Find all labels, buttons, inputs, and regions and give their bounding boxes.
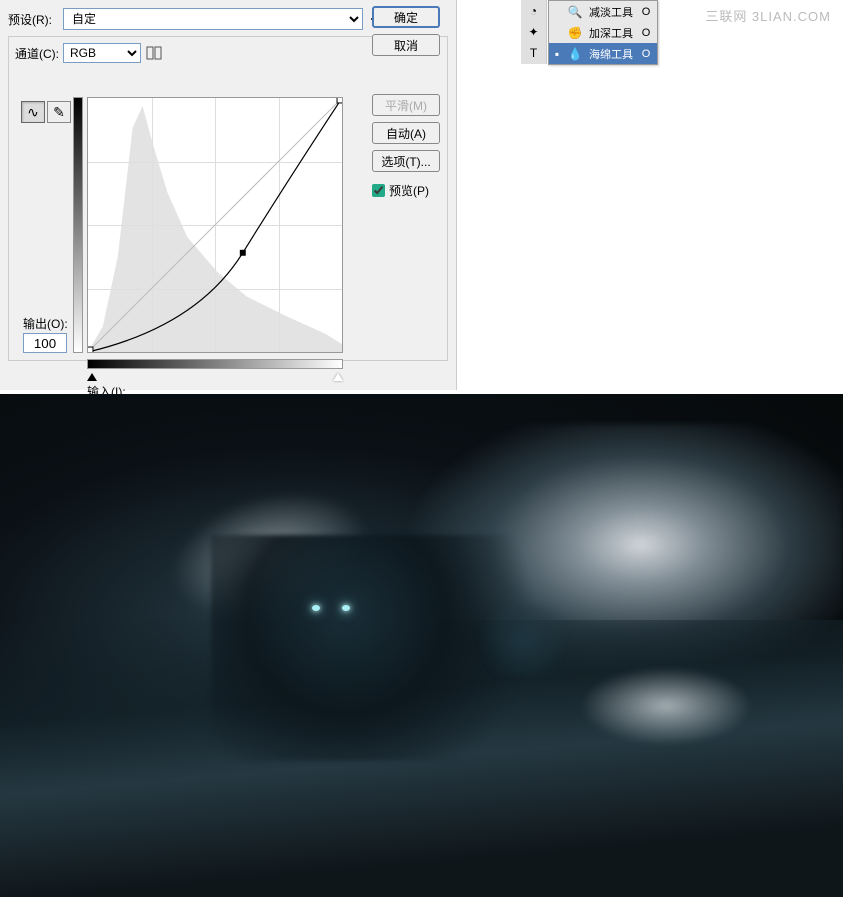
tool-label: 减淡工具 xyxy=(589,4,635,20)
tool-shortcut: O xyxy=(639,48,653,60)
curve-mode-button[interactable]: ∿ xyxy=(21,101,45,123)
sidebar-tool-text[interactable]: T xyxy=(521,42,546,63)
channel-select[interactable]: RGB xyxy=(63,43,141,63)
burn-icon: ✊ xyxy=(565,26,585,40)
tool-mark-selected: ▪ xyxy=(553,47,561,61)
output-label: 输出(O): xyxy=(23,315,68,332)
pencil-mode-button[interactable]: ✎ xyxy=(47,101,71,123)
curves-dialog: 预设(R): 自定 通道(C): RGB ∿ ✎ xyxy=(0,0,457,390)
input-gradient xyxy=(87,359,343,369)
ok-button[interactable]: 确定 xyxy=(372,6,440,28)
curve-graph[interactable] xyxy=(87,97,343,353)
preset-select[interactable]: 自定 xyxy=(63,8,363,30)
dodge-icon: 🔍 xyxy=(565,5,585,19)
tool-shortcut: O xyxy=(639,6,653,18)
auto-icon[interactable] xyxy=(145,43,165,63)
tool-item-sponge[interactable]: ▪ 💧 海绵工具 O xyxy=(549,43,657,64)
tool-shortcut: O xyxy=(639,27,653,39)
white-point-slider[interactable] xyxy=(333,373,343,381)
preset-label: 预设(R): xyxy=(8,11,63,28)
sponge-icon: 💧 xyxy=(565,47,585,61)
auto-button[interactable]: 自动(A) xyxy=(372,122,440,144)
smooth-button: 平滑(M) xyxy=(372,94,440,116)
options-button[interactable]: 选项(T)... xyxy=(372,150,440,172)
black-point-slider[interactable] xyxy=(87,373,97,381)
tool-label: 海绵工具 xyxy=(589,46,635,62)
output-value-input[interactable] xyxy=(23,333,67,353)
preview-checkbox[interactable]: 预览(P) xyxy=(372,182,444,199)
sidebar-tool-2[interactable]: ✦ xyxy=(521,21,546,42)
tool-label: 加深工具 xyxy=(589,25,635,41)
output-gradient xyxy=(73,97,83,353)
tool-item-burn[interactable]: ✊ 加深工具 O xyxy=(549,22,657,43)
tool-item-dodge[interactable]: 🔍 减淡工具 O xyxy=(549,1,657,22)
channel-label: 通道(C): xyxy=(15,45,59,62)
preview-label: 预览(P) xyxy=(389,182,429,199)
cancel-button[interactable]: 取消 xyxy=(372,34,440,56)
watermark-text: 三联网 3LIAN.COM xyxy=(705,6,831,25)
tool-flyout: 🔍 减淡工具 O ✊ 加深工具 O ▪ 💧 海绵工具 O xyxy=(548,0,658,65)
artwork-preview xyxy=(0,394,843,897)
sidebar-tool-1[interactable]: ◔ xyxy=(521,0,546,21)
